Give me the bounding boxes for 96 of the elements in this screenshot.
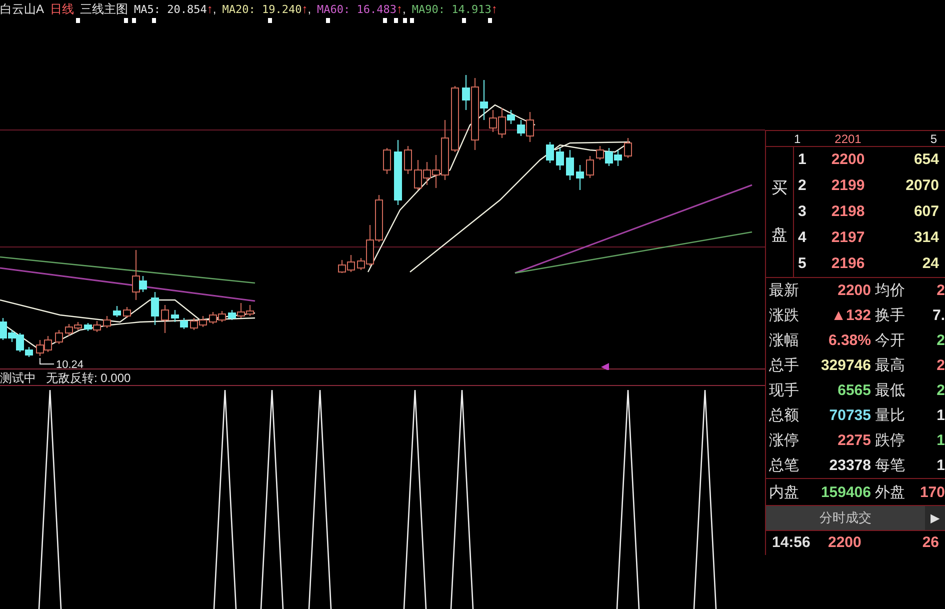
ticks-tab[interactable]: 分时成交 (766, 506, 925, 530)
bid-volume: 654 (912, 150, 939, 170)
candlestick (123, 306, 131, 318)
candlestick (566, 150, 574, 180)
stat-value: 6.38% (827, 333, 872, 348)
bid-level: 4 (798, 228, 808, 248)
separator: , (212, 3, 216, 15)
triangle-icon[interactable] (601, 363, 609, 370)
stat-value: 1 (936, 408, 945, 423)
stat-label: 现手 (769, 383, 800, 398)
up-arrow: ↑ (302, 3, 308, 15)
bid-level: 1 (798, 150, 808, 170)
period-label[interactable]: 日线 (50, 3, 74, 15)
stat-label: 总笔 (769, 458, 800, 473)
bid-price: 2200 (830, 150, 866, 170)
indicator-formula: 无敌反转: 0.000 (46, 372, 131, 384)
stat-label: 换手 (875, 308, 906, 323)
bid-volume: 607 (912, 202, 939, 222)
candlestick (113, 306, 121, 318)
candlestick (161, 304, 169, 334)
bid-volume: 314 (912, 228, 939, 248)
moving-average-value: MA60: 16.483 (317, 4, 397, 14)
bid-volume: 2070 (904, 176, 939, 196)
candlestick (103, 316, 111, 328)
stat-value: 329746 (820, 358, 872, 373)
stat-label: 最低 (875, 383, 906, 398)
stat-label: 涨跌 (769, 308, 800, 323)
low-price-label: 10.24 (56, 359, 84, 370)
stat-label: 外盘 (875, 484, 906, 500)
stat-value: 70735 (828, 408, 872, 423)
stat-value: 23378 (828, 458, 872, 473)
candlestick (383, 148, 391, 174)
candlestick (546, 142, 554, 164)
moving-average-value: MA90: 14.913 (412, 4, 492, 14)
ask-volume: 5 (929, 132, 937, 144)
stat-value: 159406 (820, 484, 872, 500)
ask-price: 2201 (834, 132, 862, 144)
stat-value: 2275 (836, 433, 872, 448)
bid-volume: 24 (921, 254, 939, 274)
indicator-name: 测试中 (0, 372, 36, 384)
bid-level: 3 (798, 202, 808, 222)
candlestick (404, 146, 412, 174)
candlestick (624, 138, 632, 158)
candlestick (55, 330, 63, 344)
candlestick (451, 86, 459, 152)
bid-price: 2197 (830, 228, 866, 248)
candlestick (586, 156, 594, 178)
stat-label: 每笔 (875, 458, 906, 473)
separator: , (402, 3, 406, 15)
stat-label: 总手 (769, 358, 800, 373)
stat-value: 6565 (836, 383, 872, 398)
stat-label: 均价 (875, 283, 906, 298)
stat-label: 跌停 (875, 433, 906, 448)
next-button[interactable]: ▶ (925, 506, 945, 530)
tick-time: 14:56 (772, 532, 812, 553)
stat-value: 1 (936, 458, 945, 473)
tick-volume: 26 (921, 532, 939, 553)
stat-label: 内盘 (769, 484, 800, 500)
stat-value: 2 (936, 283, 945, 298)
stat-value: 170 (918, 484, 945, 500)
bid-side-label: 盘 (772, 226, 788, 246)
candlestick (576, 164, 584, 190)
stat-value: 2 (936, 333, 945, 348)
candlestick (151, 292, 159, 326)
stat-value: 2 (936, 358, 945, 373)
stat-label: 最新 (769, 283, 800, 298)
stock-name: 白云山A (0, 3, 44, 15)
stat-value: ▲132 (830, 308, 872, 323)
bid-side-label: 买 (772, 178, 788, 198)
up-arrow: ↑ (206, 3, 213, 15)
moving-average-value: MA20: 19.240 (222, 4, 302, 14)
bid-level: 5 (798, 254, 808, 274)
stat-label: 最高 (875, 358, 906, 373)
separator: , (308, 3, 312, 15)
stat-label: 量比 (875, 408, 906, 423)
bid-price: 2196 (830, 254, 866, 274)
moving-average-value: MA5: 20.854 (134, 4, 207, 14)
bid-level: 2 (798, 176, 808, 196)
stat-value: 2200 (836, 283, 872, 298)
template-label: 三线主图 (80, 3, 128, 15)
stat-value: 1 (936, 433, 945, 448)
up-arrow: ↑ (396, 3, 403, 15)
candlestick (556, 148, 564, 170)
stat-value: 2 (936, 383, 945, 398)
bid-price: 2199 (830, 176, 866, 196)
tick-price: 2200 (828, 532, 862, 553)
leader-line (40, 358, 54, 364)
bid-price: 2198 (830, 202, 866, 222)
stat-label: 总额 (769, 408, 800, 423)
stat-label: 涨停 (769, 433, 800, 448)
candlestick (394, 140, 402, 206)
stat-label: 今开 (875, 333, 906, 348)
ask-level: 1 (794, 132, 802, 144)
up-arrow: ↑ (491, 3, 498, 15)
stat-value: 7. (931, 308, 945, 323)
stat-label: 涨幅 (769, 333, 800, 348)
